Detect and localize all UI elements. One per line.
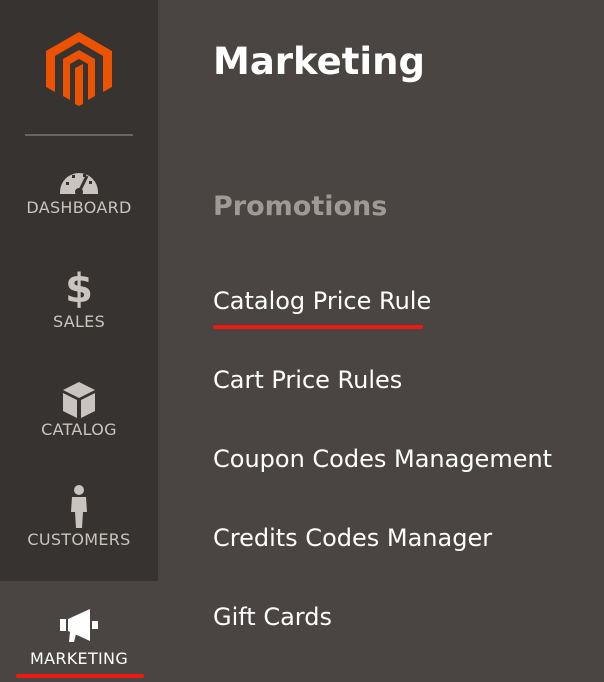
magento-logo[interactable] bbox=[44, 30, 114, 106]
dollar-icon: $ bbox=[65, 266, 93, 312]
admin-sidebar: DASHBOARD $ SALES CATALOG CUSTOMERS MARK… bbox=[0, 0, 158, 682]
box-icon bbox=[63, 382, 95, 418]
active-item-underline bbox=[16, 674, 144, 678]
sidebar-item-sales[interactable]: $ SALES bbox=[0, 268, 158, 342]
sidebar-item-marketing[interactable]: MARKETING bbox=[0, 581, 158, 682]
sidebar-item-label: CATALOG bbox=[41, 420, 117, 439]
link-coupon-codes-management[interactable]: Coupon Codes Management bbox=[213, 445, 552, 473]
link-gift-cards[interactable]: Gift Cards bbox=[213, 603, 332, 631]
link-cart-price-rules[interactable]: Cart Price Rules bbox=[213, 366, 402, 394]
sidebar-item-label: MARKETING bbox=[29, 649, 129, 668]
marketing-submenu-panel: Marketing Promotions Catalog Price Rule … bbox=[213, 0, 604, 682]
page-title: Marketing bbox=[213, 40, 425, 83]
highlight-underline bbox=[213, 325, 423, 329]
megaphone-icon bbox=[60, 609, 98, 642]
sidebar-item-dashboard[interactable]: DASHBOARD bbox=[0, 162, 158, 236]
sidebar-divider bbox=[25, 134, 133, 136]
section-title-promotions: Promotions bbox=[213, 191, 388, 222]
dashboard-gauge-icon bbox=[60, 173, 98, 196]
sidebar-item-label: DASHBOARD bbox=[26, 198, 132, 217]
link-catalog-price-rule[interactable]: Catalog Price Rule bbox=[213, 287, 431, 315]
sidebar-item-catalog[interactable]: CATALOG bbox=[0, 380, 158, 454]
sidebar-item-label: CUSTOMERS bbox=[27, 530, 131, 549]
link-credits-codes-manager[interactable]: Credits Codes Manager bbox=[213, 524, 492, 552]
sidebar-item-customers[interactable]: CUSTOMERS bbox=[0, 484, 158, 560]
sidebar-item-label: SALES bbox=[52, 312, 106, 331]
person-icon bbox=[71, 485, 87, 528]
